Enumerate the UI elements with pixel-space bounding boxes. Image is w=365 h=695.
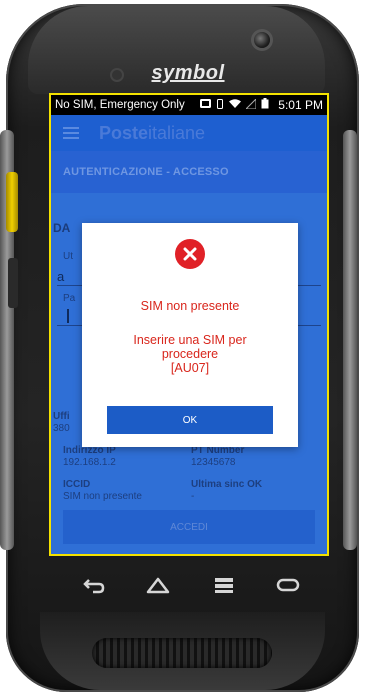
last-sync-value: - [191,491,195,502]
menu-icon[interactable] [63,127,79,139]
last-sync-label: Ultima sinc OK [191,479,263,490]
error-x-icon [175,239,205,269]
search-icon[interactable] [268,570,308,600]
ok-button[interactable]: OK [107,406,273,434]
vibrate-icon [216,98,224,112]
error-dialog: SIM non presente Inserire una SIM per pr… [82,223,298,447]
sensor [112,70,122,80]
right-grip [343,130,357,550]
home-icon[interactable] [138,570,178,600]
signal-icon [245,97,257,112]
password-label: Pa [63,293,76,304]
device-brand: symbol [151,62,225,84]
volume-button[interactable] [8,258,18,308]
app-logo: Posteitaliane [99,123,205,144]
status-time: 5:01 PM [278,98,323,112]
section-title: AUTENTICAZIONE - ACCESSO [51,151,327,193]
recents-icon[interactable] [204,570,244,600]
scan-key[interactable] [6,172,18,232]
status-icons: 5:01 PM [185,97,323,112]
username-value: a [57,269,65,284]
ufficio-label: Uffi [53,411,70,422]
password-cursor [67,309,69,323]
wifi-icon [229,98,242,112]
iccid-label: ICCID [63,479,91,490]
app-bar: Posteitaliane [51,115,327,151]
ufficio-value: 380 [53,423,70,434]
battery-icon [261,98,269,112]
logo-bold: Poste [99,122,149,143]
form-heading: DA [53,221,71,235]
carrier-text: No SIM, Emergency Only [55,99,185,111]
dialog-message-line2: procedere [161,347,219,361]
iccid-value: SIM non presente [63,491,142,502]
hardware-nav-bar [58,570,306,600]
dialog-message-line3: [AU07] [170,361,210,375]
status-bar: No SIM, Emergency Only 5:01 PM [51,95,327,115]
pt-number-value: 12345678 [191,457,236,468]
screen: No SIM, Emergency Only 5:01 PM Posteital… [49,93,329,556]
username-label: Ut [63,251,73,262]
accedi-button[interactable]: ACCEDI [63,510,315,544]
dialog-message: Inserire una SIM per procedere [AU07] [82,333,298,375]
back-icon[interactable] [74,570,114,600]
dialog-title: SIM non presente [140,299,240,313]
notification-icon [200,99,212,111]
ip-value: 192.168.1.2 [63,457,116,468]
camera [254,32,270,48]
speaker-grille [92,638,272,668]
dialog-message-line1: Inserire una SIM per [133,333,247,347]
logo-regular: italiane [148,122,206,143]
